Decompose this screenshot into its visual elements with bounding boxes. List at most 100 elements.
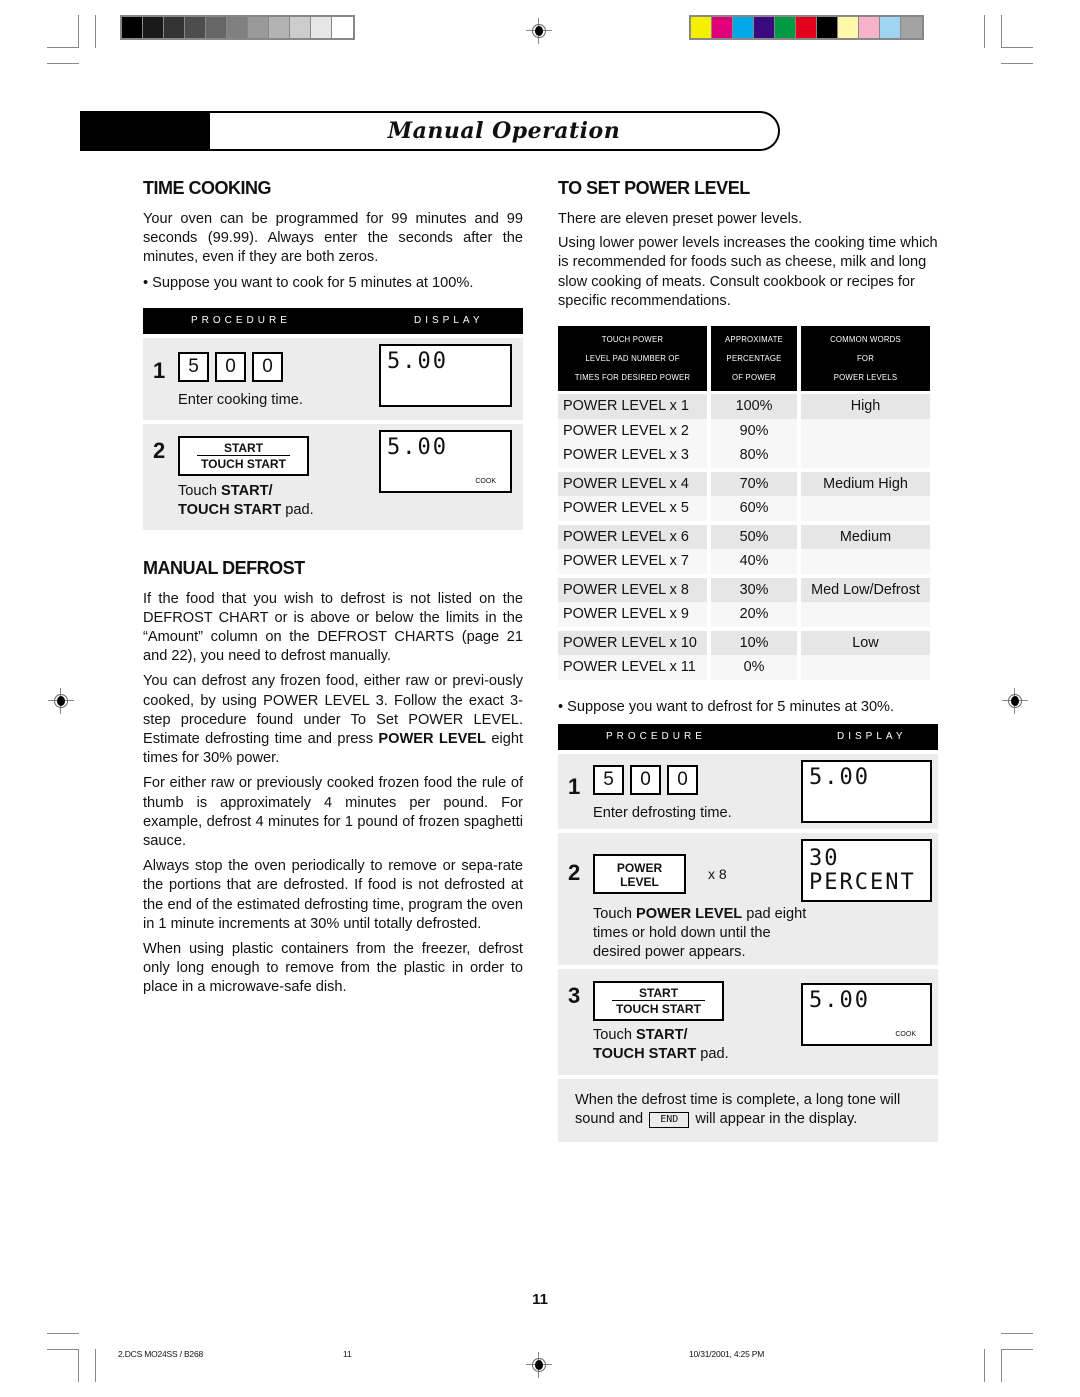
color-swatch [185,17,206,38]
page-number: 11 [532,1291,548,1308]
header-line: OF POWER [731,373,777,383]
lcd-display: 5.00 COOK [801,982,932,1046]
table-row: POWER LEVEL x 8 30% Med Low/Defrost [558,577,930,603]
cell-word [801,418,930,444]
crop-mark [1001,63,1033,64]
defrost-procedure: PROCEDURE DISPLAY 1 5 0 0 Enter defrosti… [558,723,938,1142]
table-row: POWER LEVEL x 10 10% Low [558,630,930,656]
lcd-display: 5.00 COOK [379,429,512,493]
press-count: x 8 [708,865,727,882]
digit-key[interactable]: 0 [252,351,283,382]
crop-mark [47,1333,79,1334]
step-caption: Touch START/ TOUCH START pad. [593,1026,729,1064]
header-line: TOUCH POWER [601,335,664,345]
table-row: POWER LEVEL x 11 0% [558,655,930,680]
table-body: POWER LEVEL x 1 100% High POWER LEVEL x 2 90… [558,394,930,680]
cell-word [801,655,930,680]
paragraph-bold: POWER LEVEL [378,731,486,748]
color-swatch [880,17,901,38]
end-note-text: will appear in the display. [691,1110,858,1127]
crop-mark [95,1349,96,1382]
color-swatch [206,17,227,38]
caption-text: Touch [593,905,636,922]
time-cooking-paragraph: Your oven can be programmed for 99 minut… [143,211,523,266]
table-row: POWER LEVEL x 9 20% [558,602,930,627]
caption-bold: TOUCH START [178,501,282,518]
digit-key[interactable]: 0 [630,764,661,795]
right-column: TO SET POWER LEVEL There are eleven pres… [558,178,938,1142]
table-row: POWER LEVEL x 4 70% Medium High [558,471,930,497]
cell-word [801,602,930,627]
cell-percent: 100% [711,394,797,419]
cell-percent: 60% [711,496,797,521]
time-cooking-bullet: • Suppose you want to cook for 5 minutes… [143,274,474,291]
cell-pad: POWER LEVEL x 9 [558,602,707,627]
cell-pad: POWER LEVEL x 1 [558,394,707,419]
step-caption: Touch START/ TOUCH START pad. [178,482,314,520]
lcd-line: 30 [809,845,840,871]
procedure-step-1: 1 5 0 0 Enter defrosting time. 5.00 [558,753,938,829]
cell-word: Medium High [801,471,930,497]
cell-word [801,549,930,574]
color-swatch [901,17,922,38]
column-header-words: COMMON WORDS FOR POWER LEVELS [801,326,930,395]
power-level-table: TOUCH POWER LEVEL PAD NUMBER OF TIMES FO… [554,326,934,680]
digit-key[interactable]: 5 [178,351,209,382]
color-swatch [143,17,164,38]
color-swatch [269,17,290,38]
defrost-example-bullet: • Suppose you want to defrost for 5 minu… [558,698,895,715]
caption-text: Touch [593,1026,636,1043]
procedure-step-2: 2 POWER LEVEL x 8 Touch POWER LEVEL pad … [558,832,938,965]
lcd-readout: 5.00 [387,348,448,374]
power-level-key[interactable]: POWER LEVEL [593,853,686,894]
cell-percent: 90% [711,418,797,444]
cook-indicator: COOK [475,477,496,485]
header-line: POWER LEVELS [833,373,898,383]
header-line: COMMON WORDS [830,335,901,345]
set-power-level-heading: TO SET POWER LEVEL [558,178,750,198]
lcd-readout: 5.00 [809,764,870,790]
procedure-label: PROCEDURE [191,315,291,327]
lcd-display: 5.00 [379,343,512,407]
registration-mark-icon [526,18,552,44]
registration-mark-icon [1002,688,1028,714]
caption-bold: START/ [636,1026,688,1043]
step-number: 3 [568,982,581,1008]
digit-key[interactable]: 0 [215,351,246,382]
cell-word: Low [801,630,930,656]
header-line: LEVEL PAD NUMBER OF [585,354,680,364]
lcd-display: 5.00 [801,759,932,823]
lcd-readout: 5.00 [809,987,870,1013]
cell-word: Med Low/Defrost [801,577,930,603]
cell-percent: 20% [711,602,797,627]
step-number: 1 [568,773,581,799]
cell-percent: 50% [711,524,797,550]
caption-text: pad. [281,501,314,518]
cell-pad: POWER LEVEL x 8 [558,577,707,603]
step-number: 1 [153,357,166,383]
procedure-header: PROCEDURE DISPLAY [143,307,523,334]
color-swatch [691,17,712,38]
cell-percent: 40% [711,549,797,574]
digit-key[interactable]: 0 [667,764,698,795]
start-touch-start-key[interactable]: START TOUCH START [178,435,309,476]
key-label-bottom: TOUCH START [616,1001,701,1016]
color-swatch [290,17,311,38]
registration-mark-icon [526,1352,552,1378]
table-header-row: TOUCH POWER LEVEL PAD NUMBER OF TIMES FO… [558,326,930,395]
footer-timestamp: 10/31/2001, 4:25 PM [689,1349,765,1359]
color-swatch [775,17,796,38]
color-swatch [859,17,880,38]
left-column: TIME COOKING Your oven can be programmed… [143,178,523,1004]
crop-mark [984,1349,985,1382]
registration-mark-icon [48,688,74,714]
procedure-step-3: 3 START TOUCH START Touch START/ TOUCH S… [558,968,938,1075]
step-caption: Enter cooking time. [178,391,303,408]
color-swatch [311,17,332,38]
digit-key[interactable]: 5 [593,764,624,795]
cell-percent: 10% [711,630,797,656]
crop-mark [47,1349,79,1350]
crop-mark [47,47,79,48]
lcd-line: PERCENT [809,869,916,895]
start-touch-start-key[interactable]: START TOUCH START [593,980,724,1021]
